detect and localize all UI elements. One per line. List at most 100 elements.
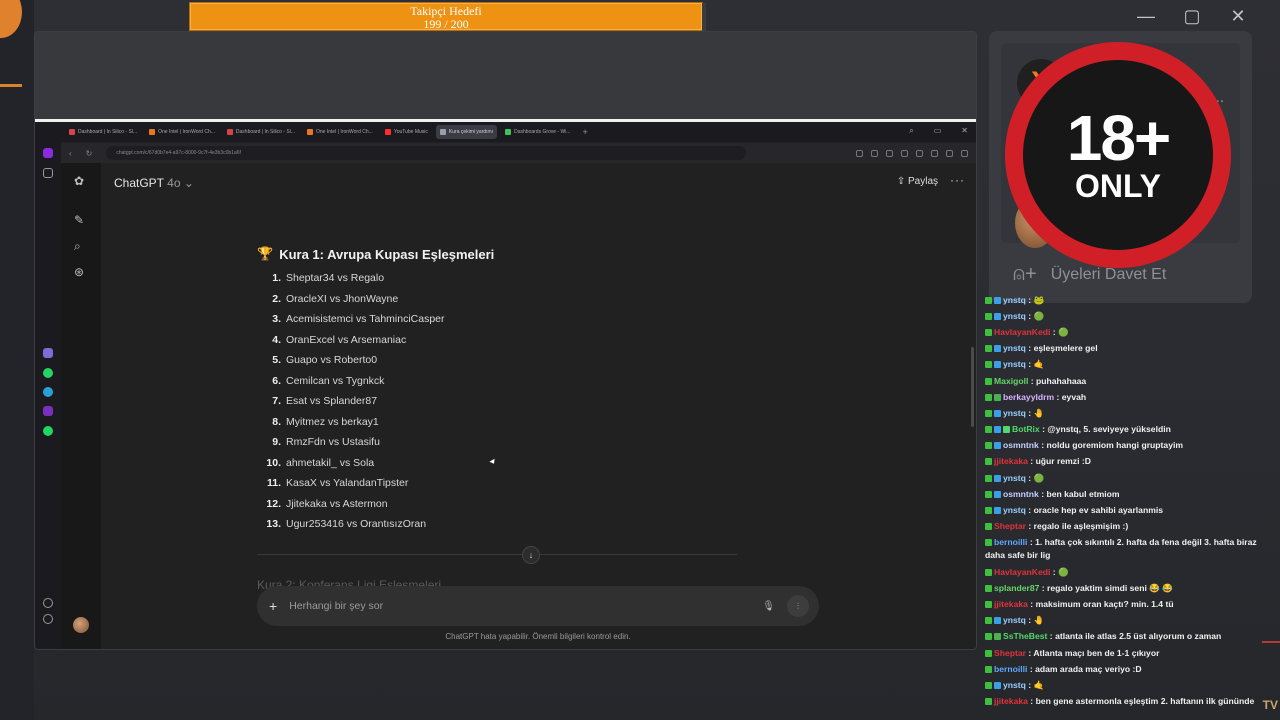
chat-username[interactable]: ynstq bbox=[1003, 473, 1026, 483]
extension-icon[interactable] bbox=[946, 149, 953, 157]
chat-username[interactable]: jjitekaka bbox=[994, 456, 1028, 466]
heart-icon[interactable] bbox=[43, 598, 53, 608]
browser-history-icon[interactable] bbox=[43, 168, 53, 178]
more-options-icon[interactable]: ··· bbox=[950, 173, 965, 187]
match-text: Sheptar34 vs Regalo bbox=[286, 272, 385, 285]
invite-members-button[interactable]: ⍝+ Üyeleri Davet Et bbox=[1013, 263, 1166, 286]
chat-username[interactable]: Sheptar bbox=[994, 521, 1026, 531]
screen-share: Dashboard | In Silico - Sl... One Intel |… bbox=[34, 31, 977, 650]
telegram-icon[interactable] bbox=[43, 387, 53, 397]
chat-username[interactable]: BotRix bbox=[1012, 424, 1040, 434]
scroll-down-button[interactable]: ↓ bbox=[522, 546, 540, 564]
sidebar-app-icon-2[interactable] bbox=[43, 406, 53, 416]
extension-icon[interactable] bbox=[916, 149, 923, 157]
voice-mode-icon[interactable]: ⫶ bbox=[787, 595, 809, 617]
badge-icon bbox=[985, 681, 992, 689]
chat-message: Sheptar : Atlanta maçı ben de 1-1 çıkıyo… bbox=[983, 645, 1268, 661]
chat-username[interactable]: ynstq bbox=[1003, 680, 1026, 690]
chat-separator: : bbox=[1027, 663, 1036, 674]
explore-gpts-icon[interactable]: ⊛ bbox=[74, 265, 84, 279]
match-text: ahmetakil_ vs Sola bbox=[286, 456, 375, 469]
chat-text: 🤙 bbox=[1033, 679, 1045, 690]
share-label: Paylaş bbox=[907, 176, 938, 187]
share-button[interactable]: ⇪ Paylaş bbox=[897, 176, 938, 187]
chat-username[interactable]: osmntnk bbox=[1003, 440, 1039, 450]
chat-username[interactable]: Sheptar bbox=[994, 648, 1026, 658]
model-selector[interactable]: ChatGPT 4o ⌄ bbox=[114, 176, 194, 190]
list-item: 12. Jjitekaka vs Astermon bbox=[257, 494, 757, 515]
plus-icon[interactable]: + bbox=[269, 598, 277, 614]
maximize-icon[interactable]: ▢ bbox=[1180, 6, 1204, 26]
browser-tab[interactable]: YouTube Music bbox=[381, 125, 432, 139]
chat-username[interactable]: SsTheBest bbox=[1003, 631, 1047, 641]
chat-separator: : bbox=[1025, 310, 1034, 321]
extension-icon[interactable] bbox=[886, 149, 893, 157]
chat-username[interactable]: ynstq bbox=[1003, 359, 1026, 369]
extension-icon[interactable] bbox=[871, 149, 878, 157]
chat-username[interactable]: berkayyldrm bbox=[1003, 392, 1054, 402]
chat-username[interactable]: splander87 bbox=[994, 583, 1039, 593]
microphone-icon[interactable]: 🎙 bbox=[762, 601, 775, 612]
message-composer[interactable]: + Herhangi bir şey sor 🎙 ⫶ bbox=[257, 586, 819, 626]
tab-label: Dashboards Grove - Wi... bbox=[514, 129, 571, 135]
new-tab-icon[interactable]: + bbox=[583, 127, 588, 137]
minimize-icon[interactable]: — bbox=[1134, 6, 1158, 26]
chat-username[interactable]: ynstq bbox=[1003, 505, 1026, 515]
chat-username[interactable]: ynstq bbox=[1003, 615, 1026, 625]
list-item: 10. ahmetakil_ vs Sola bbox=[257, 453, 757, 474]
settings-icon[interactable] bbox=[43, 614, 53, 624]
chat-username[interactable]: jjitekaka bbox=[994, 599, 1028, 609]
openai-logo-icon[interactable]: ✿ bbox=[74, 174, 84, 188]
pip-icon[interactable]: ▭ bbox=[934, 126, 942, 136]
browser-tab[interactable]: One Intel | IronWord Ch... bbox=[145, 125, 219, 139]
browser-tab[interactable]: Dashboards Grove - Wi... bbox=[501, 125, 574, 139]
extension-icon[interactable] bbox=[931, 149, 938, 157]
tab-strip-controls: ⌕ ▭ ✕ bbox=[909, 126, 968, 136]
match-text: Jjitekaka vs Astermon bbox=[286, 497, 388, 510]
chat-message: SsTheBest : atlanta ile atlas 2.5 üst al… bbox=[983, 629, 1268, 645]
badge-icon bbox=[994, 633, 1001, 641]
spotify-icon[interactable] bbox=[43, 426, 53, 436]
match-text: Ugur253416 vs OrantısızOran bbox=[286, 518, 427, 531]
search-icon[interactable]: ⌕ bbox=[74, 239, 81, 254]
reload-icon[interactable]: ↻ bbox=[86, 149, 93, 158]
chat-username[interactable]: osmntnk bbox=[1003, 489, 1039, 499]
chat-username[interactable]: jjitekaka bbox=[994, 696, 1028, 706]
sidebar-app-icon[interactable] bbox=[43, 348, 53, 358]
extension-icon[interactable] bbox=[961, 149, 968, 157]
close-window-icon[interactable]: ✕ bbox=[961, 126, 968, 136]
chat-username[interactable]: Maxigoll bbox=[994, 376, 1028, 386]
chat-message: ynstq : 🤙 bbox=[983, 357, 1268, 373]
url-field[interactable]: chatgpt.com/c/67d0b7e4-a97c-8000-9c7f-4e… bbox=[106, 146, 747, 160]
badge-icon bbox=[994, 409, 1001, 417]
chat-username[interactable]: ynstq bbox=[1003, 408, 1026, 418]
user-avatar[interactable] bbox=[73, 617, 89, 633]
browser-tab[interactable]: One Intel | IronWord Ch... bbox=[303, 125, 377, 139]
chat-username[interactable]: HavlayanKedi bbox=[994, 327, 1050, 337]
scrollbar[interactable] bbox=[971, 347, 974, 427]
browser-tab[interactable]: Dashboard | In Silico - Sl... bbox=[223, 125, 299, 139]
chat-username[interactable]: HavlayanKedi bbox=[994, 567, 1050, 577]
close-icon[interactable]: ✕ bbox=[1226, 6, 1250, 26]
tab-strip: Dashboard | In Silico - Sl... One Intel |… bbox=[35, 122, 976, 142]
extension-icon[interactable] bbox=[901, 149, 908, 157]
browser-home-icon[interactable] bbox=[43, 148, 53, 158]
chat-username[interactable]: bernoilli bbox=[994, 664, 1027, 674]
chat-username[interactable]: ynstq bbox=[1003, 343, 1026, 353]
back-icon[interactable]: ‹ bbox=[69, 149, 72, 158]
chat-username[interactable]: ynstq bbox=[1003, 311, 1026, 321]
browser-tab[interactable]: Kura çekimi yardımı bbox=[435, 125, 498, 139]
badge-icon bbox=[994, 474, 1001, 482]
browser-tab[interactable]: Dashboard | In Silico - Sl... bbox=[65, 125, 141, 139]
chat-separator: : bbox=[1025, 359, 1034, 370]
chat-message: bernoilli : adam arada maç veriyo :D bbox=[983, 661, 1268, 677]
chat-username[interactable]: bernoilli bbox=[994, 537, 1027, 547]
whatsapp-icon[interactable] bbox=[43, 368, 53, 378]
new-chat-icon[interactable]: ✎ bbox=[74, 213, 84, 227]
item-number: 11. bbox=[266, 477, 281, 490]
chat-message: HavlayanKedi : 🟢 bbox=[983, 324, 1268, 340]
search-tabs-icon[interactable]: ⌕ bbox=[909, 126, 913, 136]
chevron-down-icon: ⌄ bbox=[183, 176, 194, 190]
chat-username[interactable]: ynstq bbox=[1003, 295, 1026, 305]
extension-icon[interactable] bbox=[856, 149, 863, 157]
